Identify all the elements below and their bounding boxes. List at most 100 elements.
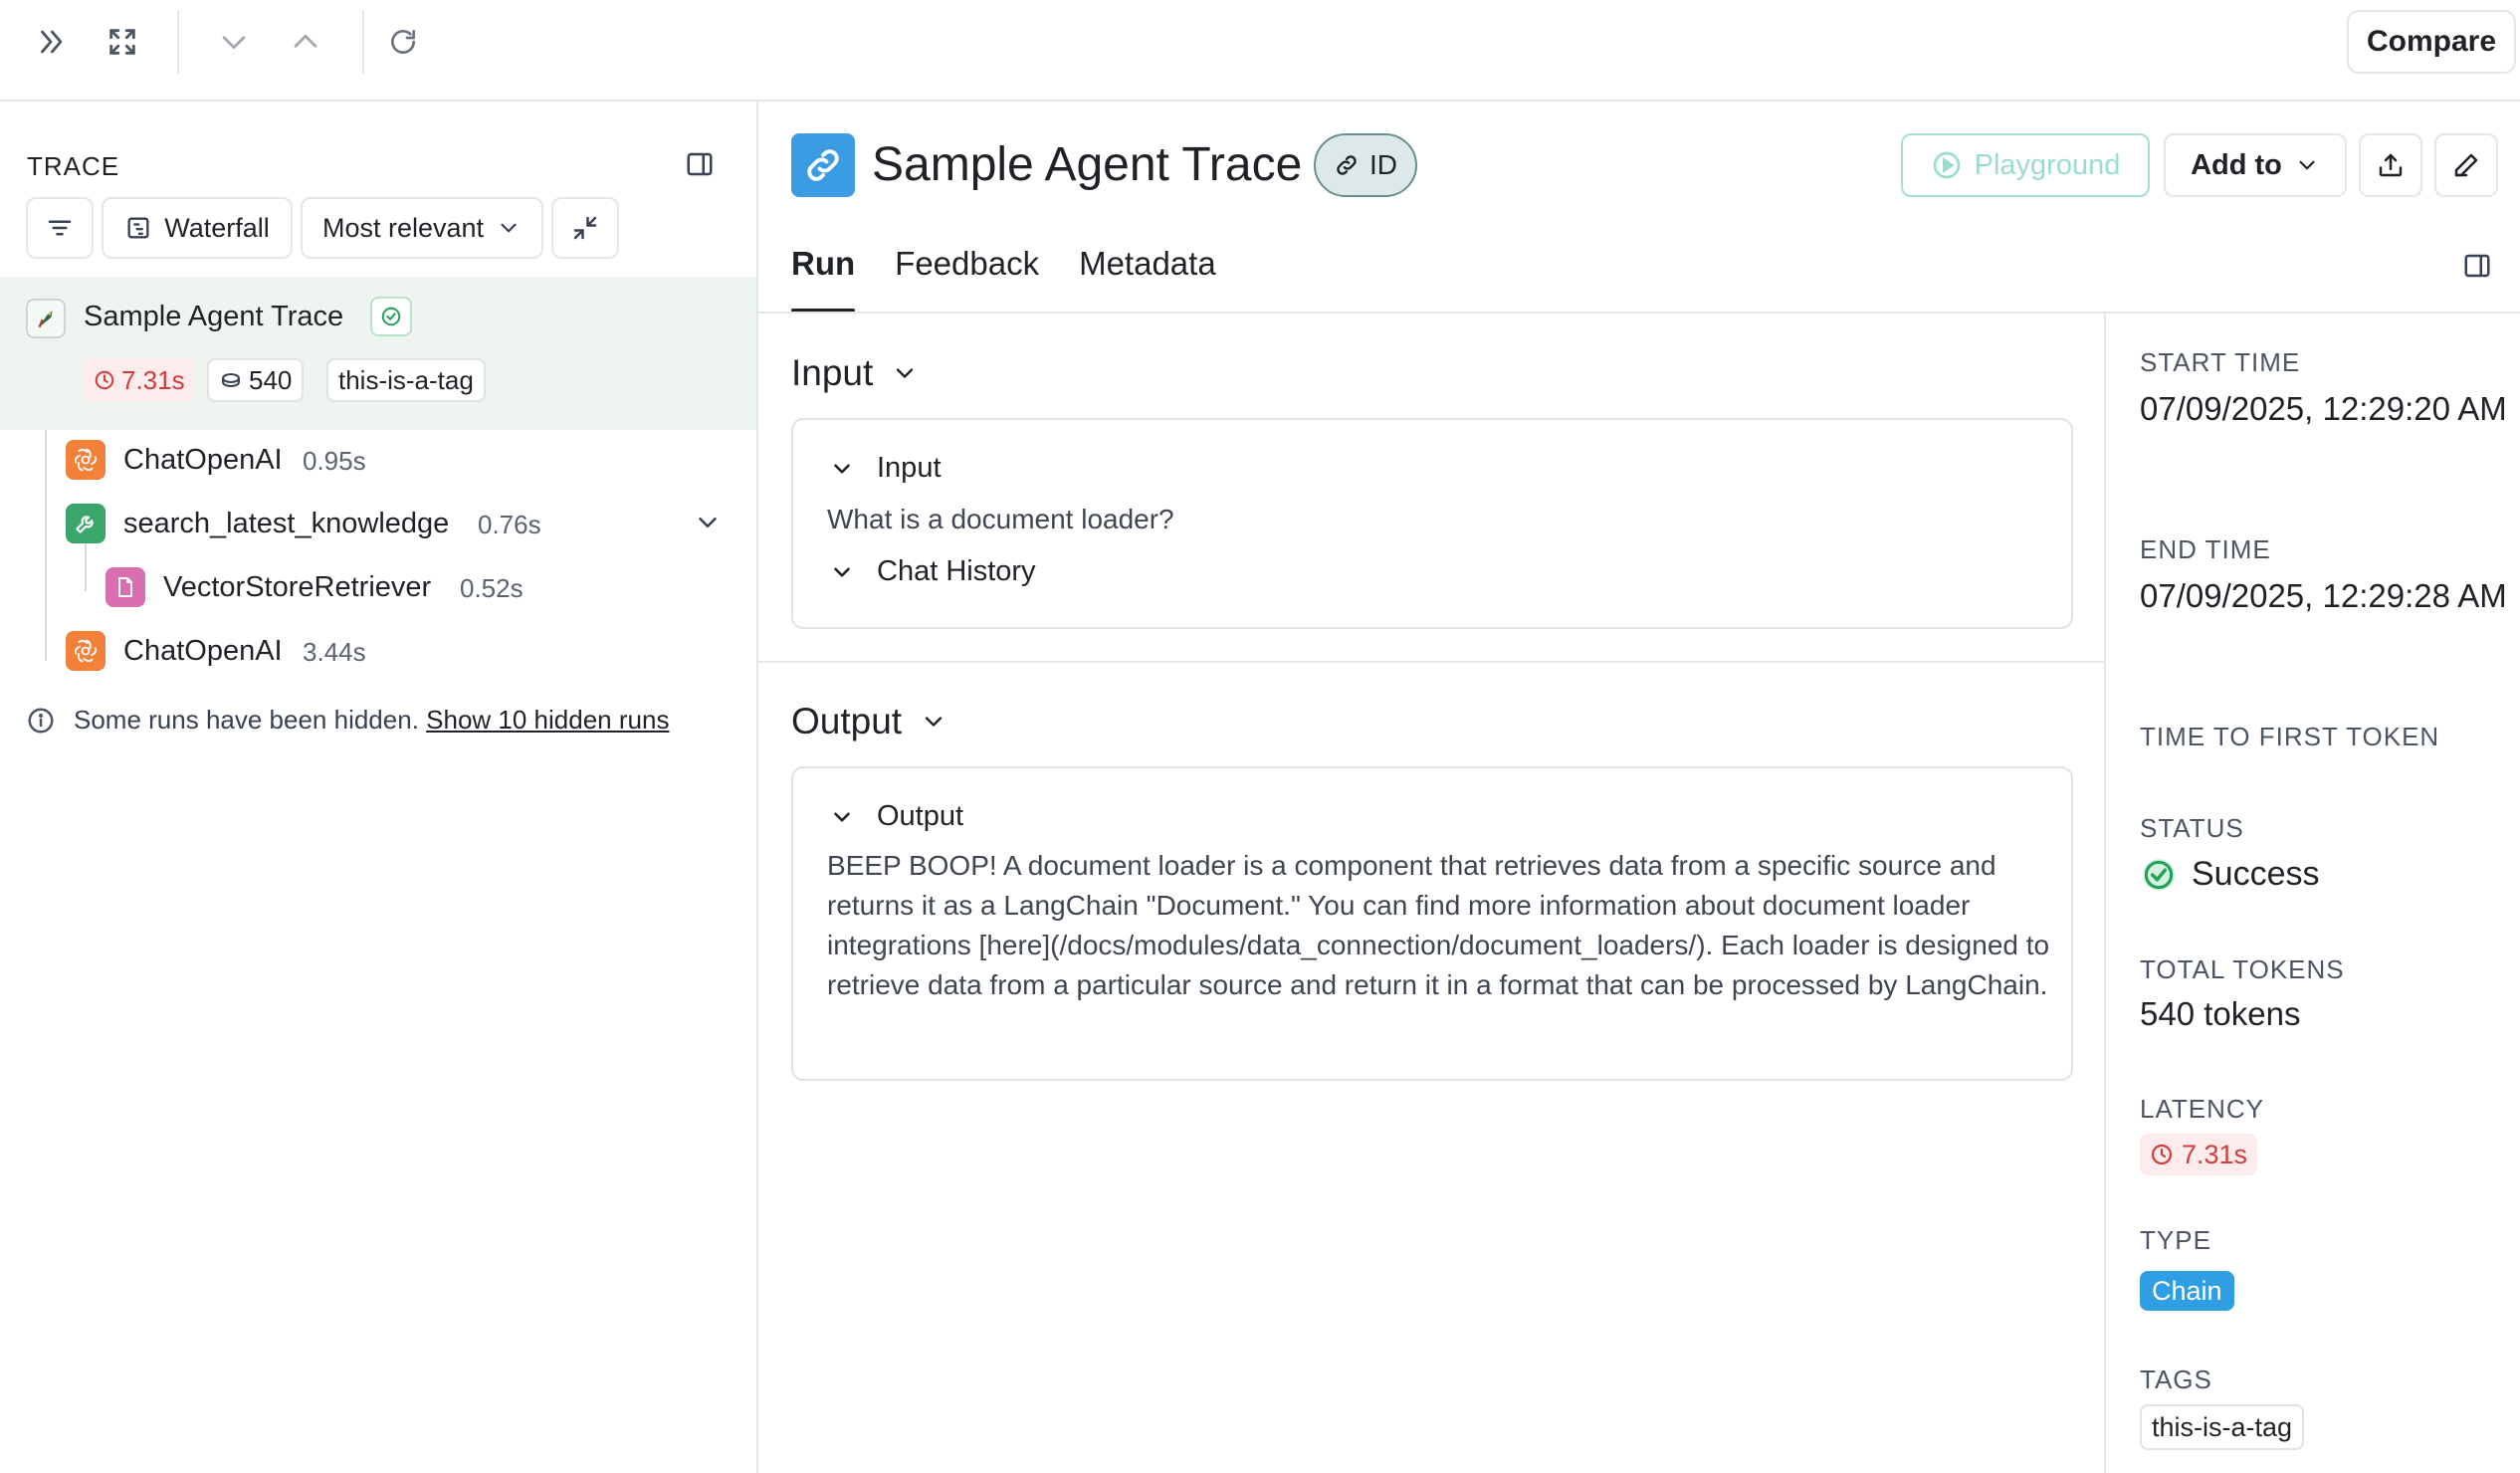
trace-tree-panel: TRACE Waterfall Most relevant Sample Age…: [0, 102, 758, 1473]
tag-badge[interactable]: this-is-a-tag: [326, 358, 486, 402]
next-run-button[interactable]: [205, 18, 263, 66]
time-to-first-token-label: TIME TO FIRST TOKEN: [2140, 722, 2440, 751]
expand-run-button[interactable]: [693, 508, 723, 542]
tag-label: this-is-a-tag: [338, 364, 474, 395]
token-count-badge: 540: [207, 358, 305, 402]
waterfall-icon: [127, 217, 149, 239]
trace-section-label: TRACE: [27, 151, 120, 181]
sort-dropdown[interactable]: Most relevant: [301, 197, 543, 259]
compare-button[interactable]: Compare: [2347, 10, 2516, 74]
check-circle-icon: [2143, 858, 2175, 891]
info-icon: [28, 708, 54, 733]
chat-history-label: Chat History: [877, 555, 1036, 587]
minimize-icon: [573, 216, 597, 240]
run-name: search_latest_knowledge: [123, 508, 450, 539]
output-field-label: Output: [877, 800, 964, 832]
previous-run-button[interactable]: [277, 18, 334, 66]
run-duration: 0.76s: [478, 510, 541, 539]
end-time-value: 07/09/2025, 12:29:28 AM: [2140, 577, 2507, 614]
tree-connector: [85, 543, 87, 591]
token-count-value: 540: [249, 364, 293, 395]
copy-id-button[interactable]: ID: [1314, 133, 1417, 197]
trace-root-row[interactable]: Sample Agent Trace 7.31s 540 this-is-a-t…: [0, 277, 756, 430]
status-value: Success: [2140, 855, 2320, 894]
filter-button[interactable]: [26, 197, 94, 259]
add-to-dropdown[interactable]: Add to: [2164, 133, 2347, 197]
output-section-header[interactable]: Output: [791, 701, 947, 742]
section-divider: [758, 661, 2106, 663]
input-field-label: Input: [877, 452, 942, 484]
wrench-icon: [66, 504, 105, 543]
chevron-down-icon: [834, 566, 850, 577]
tab-run[interactable]: Run: [791, 245, 856, 313]
success-status-badge: [370, 297, 412, 336]
chat-history-toggle[interactable]: Chat History: [829, 555, 1036, 588]
run-name: ChatOpenAI: [123, 635, 283, 667]
openai-icon: [66, 631, 105, 671]
input-card: Input What is a document loader? Chat Hi…: [791, 418, 2073, 629]
latency-label: LATENCY: [2140, 1094, 2264, 1124]
collapse-all-button[interactable]: [551, 197, 619, 259]
tag-badge[interactable]: this-is-a-tag: [2140, 1404, 2305, 1450]
total-tokens-label: TOTAL TOKENS: [2140, 954, 2345, 984]
chevron-down-icon: [925, 717, 943, 727]
latency-value: 7.31s: [121, 364, 185, 395]
waterfall-button[interactable]: Waterfall: [102, 197, 293, 259]
input-section-header[interactable]: Input: [791, 352, 919, 394]
document-icon: [105, 567, 145, 607]
add-to-label: Add to: [2191, 148, 2282, 181]
end-time-label: END TIME: [2140, 534, 2271, 564]
chevron-down-icon: [834, 811, 850, 822]
toggle-sidebar-button[interactable]: [685, 149, 715, 184]
tab-feedback[interactable]: Feedback: [895, 245, 1039, 313]
output-card: Output BEEP BOOP! A document loader is a…: [791, 766, 2073, 1081]
chevron-up-icon: [294, 34, 317, 48]
tree-connector: [45, 430, 47, 661]
expand-icon: [109, 29, 135, 55]
total-tokens-value: 540 tokens: [2140, 995, 2301, 1032]
double-chevron-right-icon: [41, 30, 63, 54]
chain-link-icon: [791, 133, 855, 197]
chevron-down-icon: [834, 463, 850, 474]
sidebar-toggle-icon: [687, 152, 713, 176]
filter-icon: [48, 220, 72, 236]
waterfall-label: Waterfall: [164, 212, 270, 243]
chevron-down-icon: [699, 518, 717, 527]
output-field-toggle[interactable]: Output: [829, 800, 963, 833]
tab-metadata[interactable]: Metadata: [1079, 245, 1216, 313]
run-tabs: Run Feedback Metadata: [791, 245, 1216, 313]
expand-button[interactable]: [94, 18, 151, 66]
toggle-details-panel-button[interactable]: [2462, 251, 2492, 286]
input-value: What is a document loader?: [827, 504, 1174, 534]
hidden-runs-note: Some runs have been hidden. Show 10 hidd…: [26, 705, 669, 736]
clock-icon: [2151, 1144, 2173, 1165]
chevron-down-icon: [222, 36, 246, 50]
parrot-icon: [26, 299, 66, 338]
sort-label: Most relevant: [321, 212, 485, 243]
share-button[interactable]: [2359, 133, 2422, 197]
tags-label: TAGS: [2140, 1365, 2212, 1394]
input-field-toggle[interactable]: Input: [829, 452, 942, 485]
refresh-icon: [391, 30, 415, 54]
status-text: Success: [2192, 855, 2320, 893]
type-badge: Chain: [2140, 1271, 2234, 1311]
run-name: ChatOpenAI: [123, 444, 283, 476]
openai-icon: [66, 440, 105, 480]
run-name: VectorStoreRetriever: [163, 571, 432, 603]
run-duration: 0.52s: [460, 573, 524, 603]
edit-button[interactable]: [2434, 133, 2498, 197]
refresh-button[interactable]: [374, 18, 432, 66]
toolbar-divider: [362, 10, 364, 74]
latency-value: 7.31s: [2182, 1139, 2248, 1169]
page-title: Sample Agent Trace: [872, 138, 1303, 191]
upload-icon: [2379, 153, 2403, 177]
hidden-runs-text: Some runs have been hidden.: [74, 705, 419, 735]
start-time-value: 07/09/2025, 12:29:20 AM: [2140, 390, 2507, 427]
chevron-down-icon: [2299, 160, 2315, 170]
type-label: TYPE: [2140, 1225, 2211, 1255]
id-label: ID: [1369, 149, 1397, 180]
playground-button[interactable]: Playground: [1901, 133, 2150, 197]
toolbar-divider: [177, 10, 179, 74]
collapse-panel-button[interactable]: [22, 18, 80, 66]
show-hidden-runs-link[interactable]: Show 10 hidden runs: [426, 705, 669, 735]
